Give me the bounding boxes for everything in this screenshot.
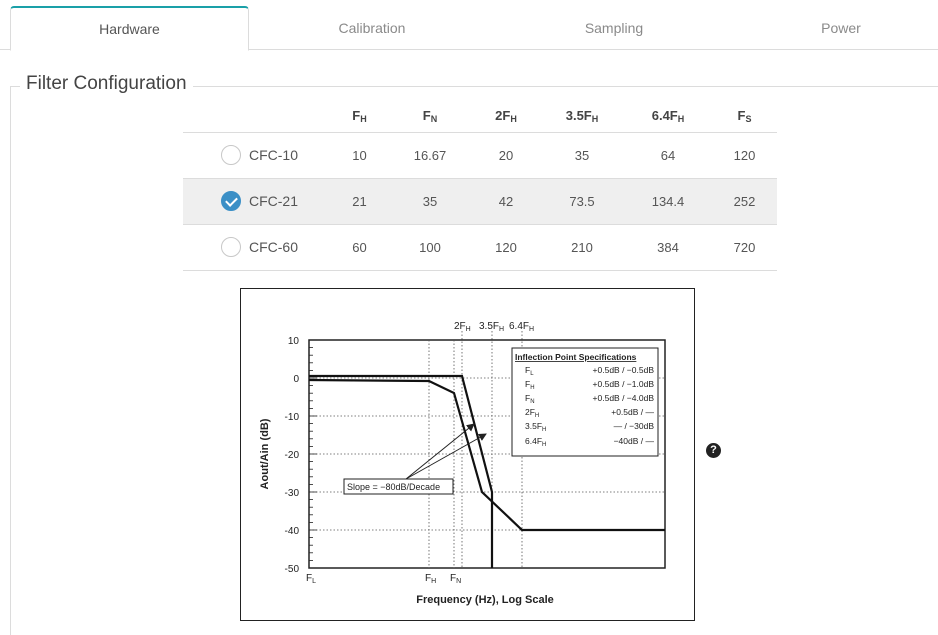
y-tick-label: 0	[293, 374, 299, 385]
slope-arrow	[405, 423, 475, 480]
spec-value: −40dB / —	[614, 436, 655, 446]
cell: 134.4	[624, 178, 712, 225]
filter-name: CFC-10	[249, 147, 299, 163]
radio-button[interactable]	[221, 145, 241, 165]
cell: 64	[624, 132, 712, 179]
y-axis-ticks: 10 0 -10 -20 -30 -40 -50	[285, 336, 300, 575]
cell: 60	[331, 224, 388, 271]
x-tick-label: FN	[450, 573, 461, 585]
table-row[interactable]: CFC-21 21 35 42 73.5 134.4 252	[183, 178, 777, 225]
x-tick-label: FH	[425, 573, 436, 585]
filter-option-cfc-60[interactable]: CFC-60	[183, 224, 331, 271]
cell: 10	[331, 132, 388, 179]
x-tick-label: 3.5FH	[479, 321, 504, 333]
filter-name: CFC-21	[249, 193, 299, 209]
header-fs: FS	[712, 100, 777, 133]
cell: 16.67	[388, 132, 472, 179]
x-axis-title: Frequency (Hz), Log Scale	[416, 594, 554, 606]
cell: 252	[712, 178, 777, 225]
spec-value: +0.5dB / —	[611, 407, 654, 417]
y-tick-label: -20	[285, 450, 300, 461]
x-axis-ticks-top: 2FH 3.5FH 6.4FH	[454, 321, 534, 333]
tab-calibration[interactable]: Calibration	[252, 6, 492, 50]
header-6-4fh: 6.4FH	[624, 100, 712, 133]
cell: 100	[388, 224, 472, 271]
tab-bar: Hardware Calibration Sampling Power	[0, 0, 938, 51]
filter-option-cfc-21[interactable]: CFC-21	[183, 178, 331, 225]
filter-option-cfc-10[interactable]: CFC-10	[183, 132, 331, 179]
header-blank	[183, 100, 331, 133]
help-icon[interactable]: ?	[706, 443, 721, 458]
cell: 120	[712, 132, 777, 179]
cell: 210	[540, 224, 624, 271]
cell: 42	[472, 178, 540, 225]
spec-value: +0.5dB / −1.0dB	[593, 379, 655, 389]
filter-name: CFC-60	[249, 239, 299, 255]
y-tick-label: -10	[285, 412, 300, 423]
section-title: Filter Configuration	[20, 73, 193, 95]
filter-table: FH FN 2FH 3.5FH 6.4FH FS CFC-10 10 16.67…	[183, 100, 777, 271]
y-tick-label: 10	[288, 336, 300, 347]
spec-value: — / −30dB	[614, 421, 655, 431]
slope-label: Slope = −80dB/Decade	[347, 482, 440, 492]
tab-hardware[interactable]: Hardware	[10, 6, 249, 51]
header-2fh: 2FH	[472, 100, 540, 133]
tab-power[interactable]: Power	[736, 6, 938, 50]
cell: 20	[472, 132, 540, 179]
header-3-5fh: 3.5FH	[540, 100, 624, 133]
y-axis-title: Aout/Ain (dB)	[259, 418, 271, 489]
cell: 35	[540, 132, 624, 179]
cell: 73.5	[540, 178, 624, 225]
slope-arrow	[405, 433, 487, 480]
table-header-row: FH FN 2FH 3.5FH 6.4FH FS	[183, 100, 777, 133]
cell: 720	[712, 224, 777, 271]
header-fh: FH	[331, 100, 388, 133]
upper-boundary-curve	[309, 374, 494, 568]
x-tick-label: 2FH	[454, 321, 471, 333]
y-tick-label: -50	[285, 564, 300, 575]
header-fn: FN	[388, 100, 472, 133]
filter-response-figure: 10 0 -10 -20 -30 -40 -50 Aout/Ain (dB) F…	[240, 288, 695, 621]
spec-value: +0.5dB / −0.5dB	[593, 365, 655, 375]
spec-value: +0.5dB / −4.0dB	[593, 393, 655, 403]
spec-table-title: Inflection Point Specifications	[515, 352, 637, 362]
cell: 21	[331, 178, 388, 225]
x-axis-ticks-bottom: FL FH FN	[306, 573, 461, 585]
filter-response-diagram: 10 0 -10 -20 -30 -40 -50 Aout/Ain (dB) F…	[259, 321, 666, 606]
y-tick-label: -30	[285, 488, 300, 499]
cell: 384	[624, 224, 712, 271]
x-tick-label: 6.4FH	[509, 321, 534, 333]
table-row[interactable]: CFC-60 60 100 120 210 384 720	[183, 224, 777, 271]
y-tick-label: -40	[285, 526, 300, 537]
x-tick-label: FL	[306, 573, 316, 585]
cell: 120	[472, 224, 540, 271]
radio-button[interactable]	[221, 237, 241, 257]
cell: 35	[388, 178, 472, 225]
y-minor-ticks	[309, 339, 317, 569]
table-row[interactable]: CFC-10 10 16.67 20 35 64 120	[183, 132, 777, 179]
tab-sampling[interactable]: Sampling	[494, 6, 734, 50]
radio-button-checked[interactable]	[221, 191, 241, 211]
